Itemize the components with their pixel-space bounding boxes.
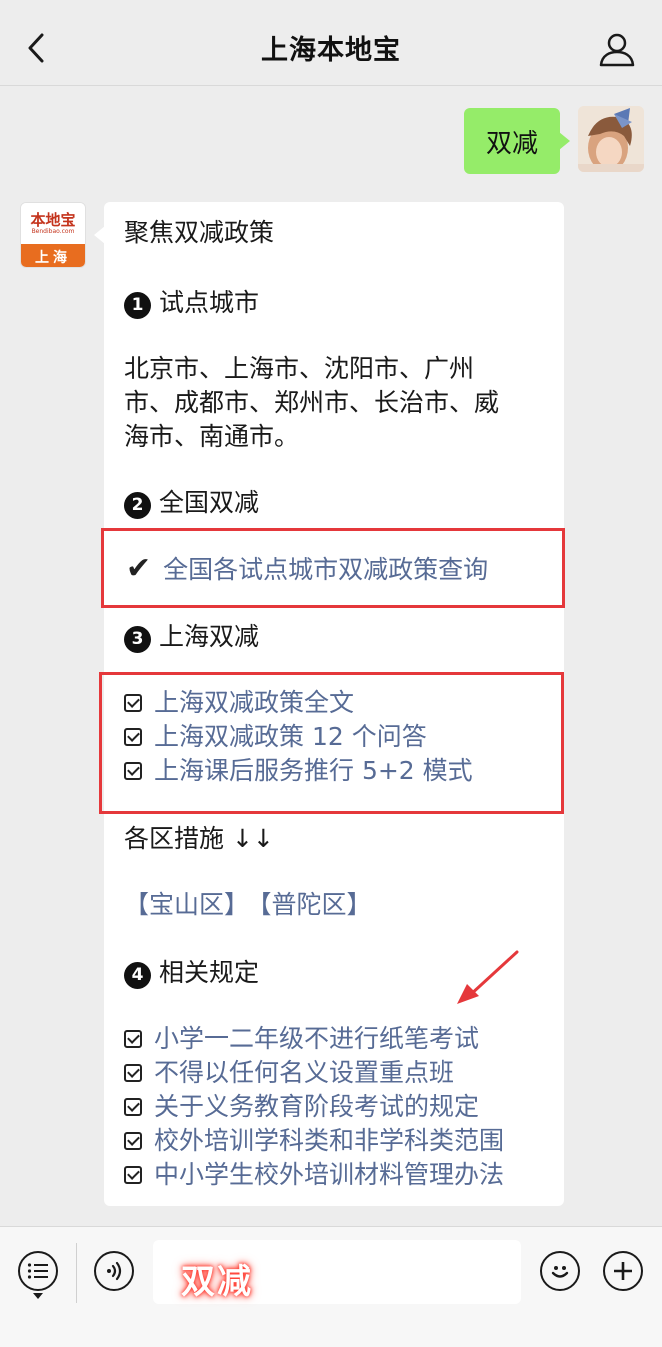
list-item[interactable]: 中小学生校外培训材料管理办法 [124, 1158, 504, 1192]
divider [76, 1243, 77, 1303]
link-label: 不得以任何名义设置重点班 [154, 1058, 455, 1087]
user-icon [599, 33, 635, 67]
red-arrow-icon [457, 950, 519, 1004]
official-account-avatar[interactable]: 本地宝 Bendibao.com 上海 [20, 202, 86, 268]
district-link-baoshan[interactable]: 【宝山区】 [124, 890, 249, 919]
plus-icon [614, 1262, 632, 1280]
section-title: 试点城市 [159, 288, 260, 317]
logo-url: Bendibao.com [31, 227, 75, 235]
outgoing-bubble[interactable]: 双减 [463, 108, 571, 174]
link-label: 小学一二年级不进行纸笔考试 [154, 1024, 480, 1053]
caret-down-icon [33, 1293, 43, 1299]
district-link-putuo[interactable]: 【普陀区】 [259, 890, 372, 919]
section-national: 2 全国双减 [124, 486, 259, 520]
checkbox-icon [124, 1132, 142, 1150]
highlight-box-national [101, 528, 565, 608]
voice-icon [107, 1261, 122, 1281]
emoji-icon [551, 1266, 569, 1278]
checkbox-icon [124, 1030, 142, 1048]
link-label: 校外培训学科类和非学科类范围 [154, 1126, 505, 1155]
section-number-badge: 4 [124, 962, 151, 989]
cities-line: 市、成都市、郑州市、长治市、威 [124, 388, 500, 417]
card-heading: 聚焦双减政策 [124, 218, 275, 247]
message-input[interactable]: 双减 [153, 1240, 521, 1304]
profile-button[interactable] [598, 30, 638, 70]
checkbox-icon [124, 1098, 142, 1116]
link-label: 中小学生校外培训材料管理办法 [154, 1160, 505, 1189]
section-title: 上海双减 [159, 622, 260, 651]
list-icon [27, 1263, 48, 1279]
logo: 本地宝 Bendibao.com [21, 203, 85, 244]
menu-button[interactable] [18, 1251, 58, 1291]
checkbox-icon [124, 1064, 142, 1082]
section-regulations: 4 相关规定 [124, 956, 259, 990]
section-number-badge: 2 [124, 492, 151, 519]
section-title: 全国双减 [159, 488, 260, 517]
logo-city: 上海 [21, 244, 85, 267]
section-pilot-cities: 1 试点城市 [124, 286, 259, 320]
list-item[interactable]: 小学一二年级不进行纸笔考试 [124, 1022, 504, 1056]
cities-line: 北京市、上海市、沈阳市、广州 [124, 354, 475, 383]
list-item[interactable]: 校外培训学科类和非学科类范围 [124, 1124, 504, 1158]
district-title: 各区措施 ↓↓ [124, 824, 274, 853]
cities-line: 海市、南通市。 [124, 422, 300, 451]
avatar-photo-icon [578, 106, 644, 172]
list-item[interactable]: 关于义务教育阶段考试的规定 [124, 1090, 504, 1124]
voice-button[interactable] [94, 1251, 134, 1291]
highlight-box-shanghai [99, 672, 564, 814]
my-avatar[interactable] [578, 106, 644, 172]
list-item[interactable]: 不得以任何名义设置重点班 [124, 1056, 504, 1090]
logo-name: 本地宝 [30, 210, 76, 229]
checkbox-icon [124, 1166, 142, 1184]
nav-bar: 上海本地宝 [0, 0, 662, 86]
regulations-list: 小学一二年级不进行纸笔考试 不得以任何名义设置重点班 关于义务教育阶段考试的规定… [124, 1022, 504, 1192]
plus-button[interactable] [603, 1251, 643, 1291]
district-links: 【宝山区】 【普陀区】 [124, 888, 372, 922]
section-title: 相关规定 [159, 958, 260, 987]
input-value: 双减 [181, 1262, 253, 1302]
emoji-button[interactable] [540, 1251, 580, 1291]
page-title: 上海本地宝 [261, 35, 401, 66]
section-number-badge: 3 [124, 626, 151, 653]
chat-input-bar: 双减 [0, 1226, 662, 1347]
section-shanghai: 3 上海双减 [124, 620, 259, 654]
link-label: 关于义务教育阶段考试的规定 [154, 1092, 480, 1121]
section-number-badge: 1 [124, 292, 151, 319]
